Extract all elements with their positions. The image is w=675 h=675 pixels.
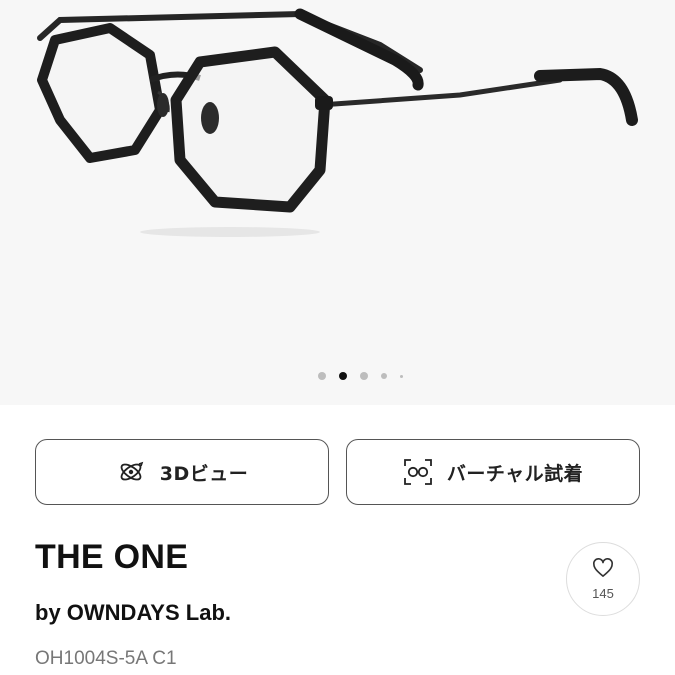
3d-rotate-icon [116, 457, 146, 487]
face-glasses-icon [403, 457, 433, 487]
carousel-indicator [0, 371, 675, 381]
carousel-dot[interactable] [399, 374, 403, 378]
favorite-button[interactable]: 145 [566, 542, 640, 616]
virtual-try-on-button[interactable]: バーチャル試着 [346, 439, 640, 505]
carousel-dot[interactable] [380, 373, 387, 379]
product-name: THE ONE [35, 538, 189, 576]
favorite-count: 145 [592, 585, 614, 601]
heart-icon [592, 557, 614, 582]
product-image-carousel[interactable] [0, 0, 675, 405]
carousel-dot[interactable] [317, 372, 326, 380]
3d-view-button[interactable]: 3Dビュー [35, 439, 329, 505]
product-brand: by OWNDAYS Lab. [35, 600, 231, 625]
carousel-dot[interactable] [359, 372, 368, 380]
carousel-dot-active[interactable] [338, 372, 347, 380]
product-model-number: OH1004S-5A C1 [35, 648, 177, 669]
virtual-try-on-label: バーチャル試着 [446, 462, 584, 485]
eyeglasses-image [37, 8, 638, 237]
3d-view-label: 3Dビュー [159, 462, 249, 485]
